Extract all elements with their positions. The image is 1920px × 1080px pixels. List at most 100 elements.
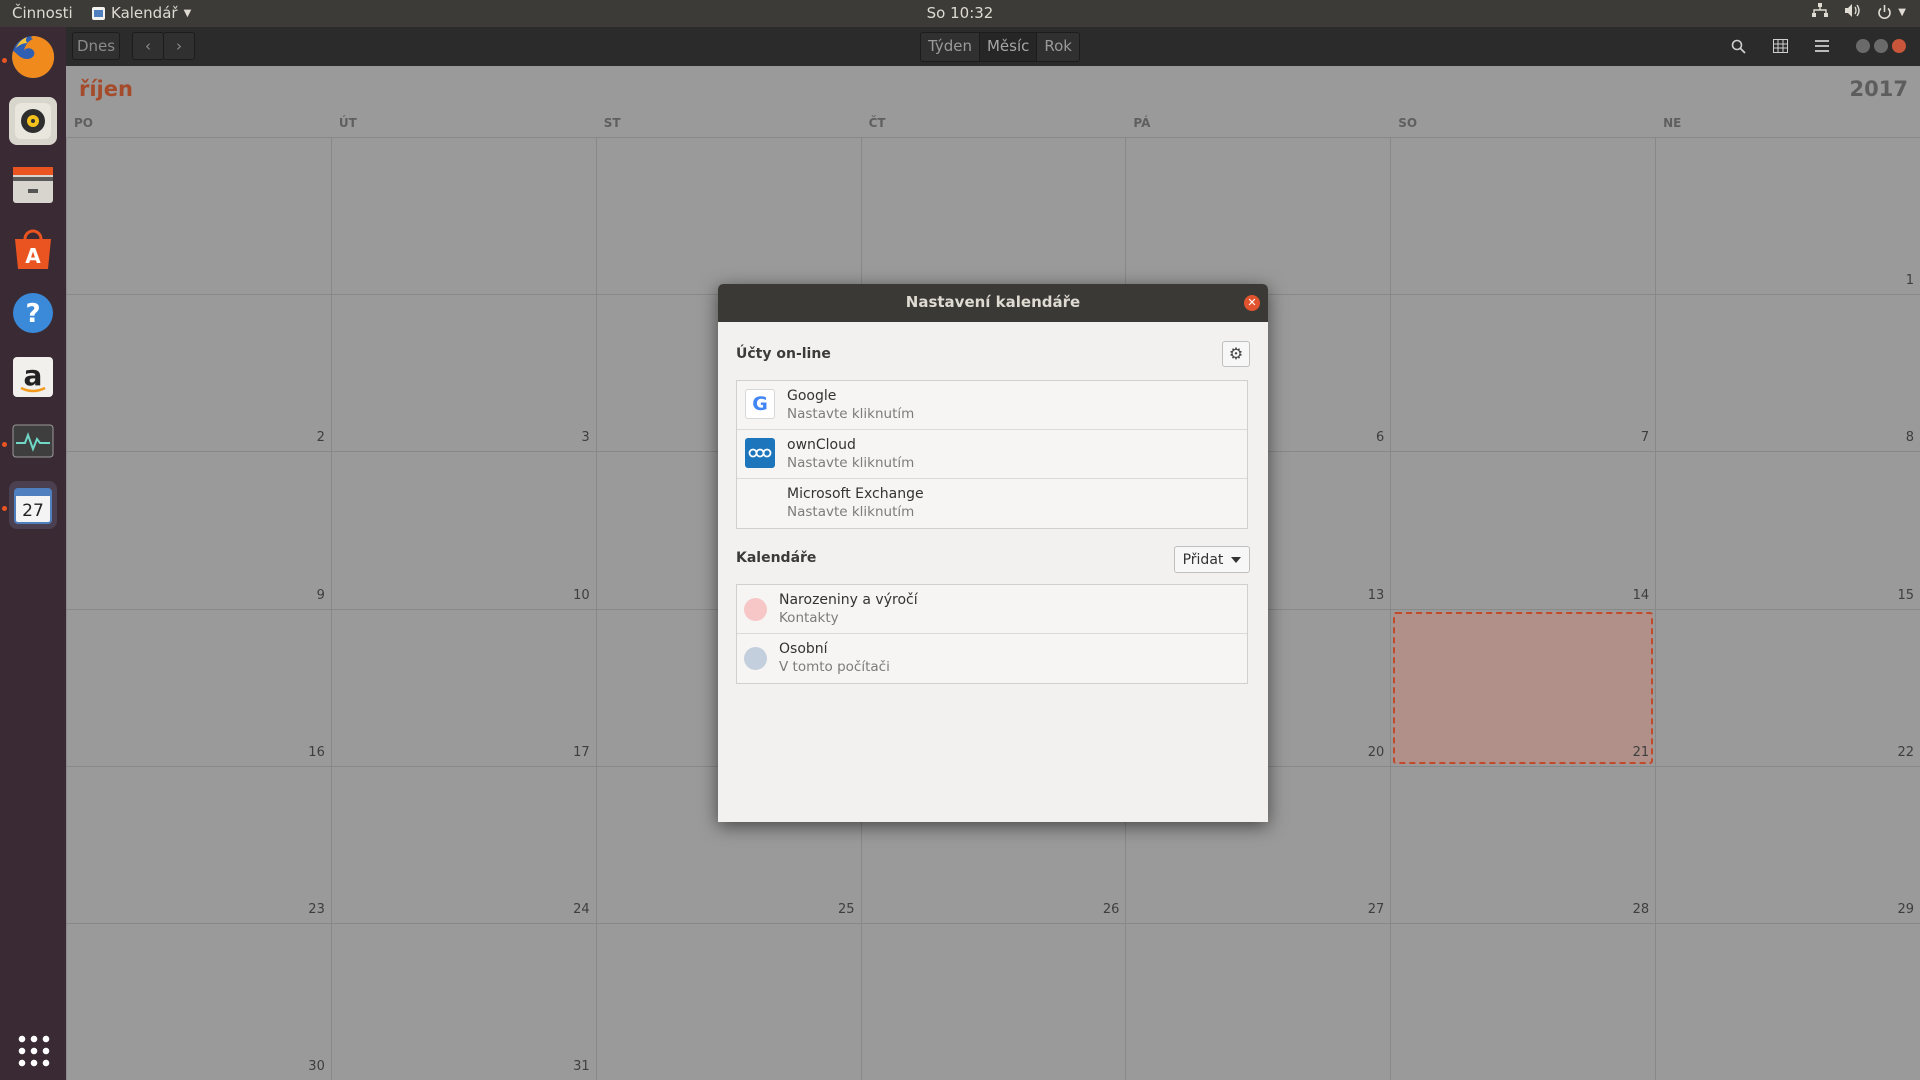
caret-down-icon bbox=[1231, 556, 1242, 563]
search-icon bbox=[1731, 39, 1746, 54]
dialog-close-button[interactable]: ✕ bbox=[1244, 295, 1260, 311]
owncloud-icon bbox=[745, 438, 775, 468]
accounts-settings-button[interactable]: ⚙ bbox=[1222, 341, 1250, 367]
day-number: 8 bbox=[1905, 430, 1914, 446]
day-cell[interactable]: 16 bbox=[66, 608, 331, 766]
search-button[interactable] bbox=[1722, 32, 1754, 60]
add-calendar-button[interactable]: Přidat bbox=[1174, 546, 1250, 573]
launcher: A ? a 27 bbox=[0, 27, 66, 1080]
calendar-icon[interactable]: 27 bbox=[9, 481, 57, 529]
day-cell[interactable] bbox=[1125, 923, 1391, 1080]
weekday-label: ÚT bbox=[338, 116, 357, 130]
calendars-title: Kalendáře bbox=[736, 550, 817, 566]
weekday-label: SO bbox=[1398, 116, 1418, 130]
today-button[interactable]: Dnes bbox=[72, 32, 120, 60]
day-cell[interactable]: 21 bbox=[1390, 608, 1656, 766]
previous-button[interactable]: ‹ bbox=[132, 32, 164, 60]
calendar-source: V tomto počítači bbox=[779, 659, 890, 675]
add-button-label: Přidat bbox=[1182, 551, 1224, 568]
view-week-button[interactable]: Týden bbox=[921, 33, 980, 61]
day-cell[interactable]: 15 bbox=[1655, 451, 1920, 609]
maximize-button[interactable] bbox=[1874, 39, 1888, 53]
power-icon[interactable]: ▼ bbox=[1877, 5, 1906, 20]
weekday-label: ČT bbox=[868, 116, 886, 130]
running-indicator bbox=[2, 58, 7, 63]
day-number: 15 bbox=[1897, 587, 1914, 603]
day-cell[interactable]: 3 bbox=[330, 294, 596, 452]
firefox-icon[interactable] bbox=[9, 33, 57, 81]
day-cell[interactable]: 14 bbox=[1390, 451, 1656, 609]
close-window-button[interactable] bbox=[1892, 39, 1906, 53]
day-cell[interactable] bbox=[1655, 923, 1920, 1080]
day-cell[interactable]: 30 bbox=[66, 923, 331, 1080]
month-title: říjen bbox=[79, 77, 133, 101]
gear-icon: ⚙ bbox=[1228, 344, 1244, 363]
calendar-row-personal[interactable]: Osobní V tomto počítači bbox=[737, 634, 1247, 683]
menu-button[interactable] bbox=[1806, 32, 1838, 60]
day-number: 1 bbox=[1905, 273, 1914, 289]
system-monitor-icon[interactable] bbox=[9, 417, 57, 465]
year-title: 2017 bbox=[1849, 77, 1908, 101]
calendar-icon-day: 27 bbox=[22, 501, 44, 521]
view-year-button[interactable]: Rok bbox=[1037, 33, 1079, 61]
day-cell[interactable]: 2 bbox=[66, 294, 331, 452]
calendar-app-icon bbox=[92, 6, 105, 20]
account-row-exchange[interactable]: Microsoft Exchange Nastavte kliknutím bbox=[737, 479, 1247, 528]
account-row-google[interactable]: G Google Nastavte kliknutím bbox=[737, 381, 1247, 430]
clock[interactable]: So 10:32 bbox=[927, 4, 994, 22]
day-cell[interactable] bbox=[860, 137, 1126, 295]
day-number: 10 bbox=[573, 587, 590, 603]
day-cell[interactable]: 24 bbox=[330, 765, 596, 923]
day-number: 25 bbox=[838, 901, 855, 917]
day-cell[interactable]: 10 bbox=[330, 451, 596, 609]
caret-down-icon: ▼ bbox=[183, 7, 192, 19]
running-indicator bbox=[2, 442, 7, 447]
weekday-label: ST bbox=[603, 116, 621, 130]
view-month-button[interactable]: Měsíc bbox=[979, 33, 1038, 61]
day-cell[interactable] bbox=[1390, 137, 1656, 295]
files-icon[interactable] bbox=[9, 161, 57, 209]
day-cell[interactable]: 28 bbox=[1390, 765, 1656, 923]
calendar-settings-dialog: Nastavení kalendáře ✕ Účty on-line ⚙ G G… bbox=[718, 284, 1268, 822]
view-switcher: Týden Měsíc Rok bbox=[920, 32, 1080, 62]
next-button[interactable]: › bbox=[163, 32, 195, 60]
day-cell[interactable]: 1 bbox=[1655, 137, 1920, 295]
software-center-icon[interactable]: A bbox=[9, 225, 57, 273]
amazon-icon[interactable]: a bbox=[9, 353, 57, 401]
network-icon[interactable] bbox=[1812, 3, 1829, 22]
day-cell[interactable]: 7 bbox=[1390, 294, 1656, 452]
day-number: 29 bbox=[1897, 901, 1914, 917]
day-cell[interactable]: 29 bbox=[1655, 765, 1920, 923]
calendar-color-dot bbox=[744, 647, 767, 670]
account-status: Nastavte kliknutím bbox=[787, 504, 915, 520]
day-cell[interactable] bbox=[1390, 923, 1656, 1080]
day-number: 21 bbox=[1632, 744, 1650, 760]
day-cell[interactable]: 8 bbox=[1655, 294, 1920, 452]
activities-button[interactable]: Činnosti bbox=[12, 4, 73, 22]
day-cell[interactable] bbox=[330, 137, 596, 295]
day-cell[interactable]: 9 bbox=[66, 451, 331, 609]
day-cell[interactable]: 22 bbox=[1655, 608, 1920, 766]
day-cell[interactable]: 31 bbox=[330, 923, 596, 1080]
day-cell[interactable] bbox=[860, 923, 1126, 1080]
caret-down-icon: ▼ bbox=[1898, 7, 1906, 18]
day-cell[interactable] bbox=[66, 137, 331, 295]
day-cell[interactable] bbox=[595, 923, 861, 1080]
day-cell[interactable]: 17 bbox=[330, 608, 596, 766]
day-cell[interactable] bbox=[1125, 137, 1391, 295]
help-icon[interactable]: ? bbox=[9, 289, 57, 337]
calendar-settings-button[interactable] bbox=[1764, 32, 1796, 60]
rhythmbox-icon[interactable] bbox=[9, 97, 57, 145]
account-status: Nastavte kliknutím bbox=[787, 455, 915, 471]
show-applications-icon[interactable] bbox=[16, 1033, 50, 1067]
calendars-list: Narozeniny a výročí Kontakty Osobní V to… bbox=[736, 584, 1248, 684]
calendar-row-birthdays[interactable]: Narozeniny a výročí Kontakty bbox=[737, 585, 1247, 634]
account-row-owncloud[interactable]: ownCloud Nastavte kliknutím bbox=[737, 430, 1247, 479]
day-cell[interactable] bbox=[595, 137, 861, 295]
selected-day-highlight bbox=[1393, 611, 1654, 764]
day-number: 17 bbox=[573, 744, 590, 760]
minimize-button[interactable] bbox=[1856, 39, 1870, 53]
volume-icon[interactable] bbox=[1844, 3, 1861, 22]
day-cell[interactable]: 23 bbox=[66, 765, 331, 923]
app-menu[interactable]: Kalendář ▼ bbox=[92, 4, 191, 22]
